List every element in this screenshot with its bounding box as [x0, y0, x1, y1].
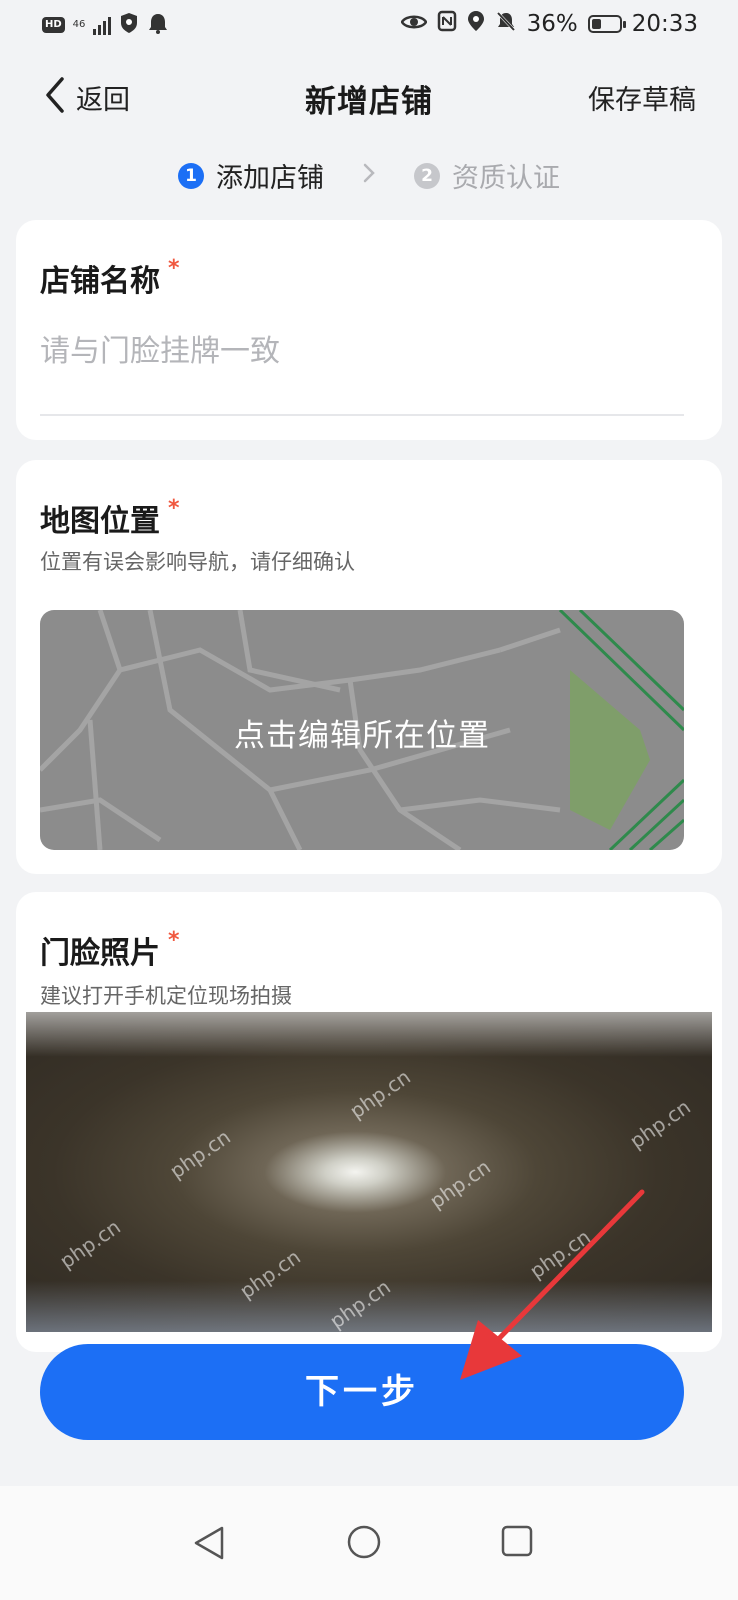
map-location-title: 地图位置 *	[40, 496, 180, 540]
hd-badge: HD	[42, 17, 65, 33]
nfc-icon	[437, 10, 457, 38]
system-nav-bar	[0, 1486, 738, 1600]
map-preview[interactable]: 点击编辑所在位置	[40, 610, 684, 850]
notification-icon	[147, 12, 169, 38]
storefront-photo-title: 门脸照片 *	[40, 928, 180, 972]
step-label: 资质认证	[452, 163, 560, 194]
field-label: 店铺名称	[40, 264, 160, 299]
location-icon	[467, 10, 485, 38]
watermark: php.cn	[625, 1094, 695, 1154]
required-mark: *	[168, 496, 180, 521]
storefront-photo-subtitle: 建议打开手机定位现场拍摄	[40, 984, 292, 1008]
input-underline	[40, 414, 684, 416]
battery-percent: 36%	[526, 11, 578, 37]
battery-icon	[587, 15, 626, 33]
store-name-input[interactable]	[40, 334, 684, 369]
status-bar: HD 46 36% 20:33	[0, 0, 738, 52]
field-label: 地图位置	[40, 504, 160, 539]
signal-icon	[93, 15, 112, 35]
watermark: php.cn	[345, 1064, 415, 1124]
store-name-title: 店铺名称 *	[40, 256, 180, 300]
watermark: php.cn	[235, 1244, 305, 1304]
step-number: 2	[414, 162, 440, 189]
step-label: 添加店铺	[216, 163, 324, 194]
shield-icon	[119, 12, 139, 38]
battery-fill	[591, 19, 601, 29]
step-qualification: 2 资质认证	[414, 156, 560, 195]
map-location-subtitle: 位置有误会影响导航，请仔细确认	[40, 550, 355, 574]
arrow-annotation-icon	[460, 1189, 645, 1380]
step-add-store: 1 添加店铺	[178, 156, 324, 195]
nav-recent-icon[interactable]	[500, 1524, 534, 1562]
map-location-card: 地图位置 * 位置有误会影响导航，请仔细确认 点击编辑所在位置	[16, 460, 722, 874]
store-name-card: 店铺名称 *	[16, 220, 722, 440]
clock: 20:33	[631, 11, 698, 37]
watermark: php.cn	[325, 1274, 395, 1332]
network-type: 46	[72, 19, 86, 30]
status-right: 36% 20:33	[400, 10, 698, 38]
required-mark: *	[168, 928, 180, 953]
eye-icon	[400, 11, 428, 37]
mute-icon	[495, 10, 517, 38]
watermark: php.cn	[165, 1124, 235, 1184]
watermark: php.cn	[55, 1214, 125, 1274]
save-draft-button[interactable]: 保存草稿	[588, 78, 696, 117]
step-number: 1	[178, 162, 204, 189]
status-left: HD 46	[42, 12, 169, 38]
required-mark: *	[168, 256, 180, 281]
nav-home-icon[interactable]	[346, 1524, 382, 1564]
field-label: 门脸照片	[40, 936, 160, 971]
chevron-right-icon	[362, 162, 376, 190]
top-bar: 返回 新增店铺 保存草稿	[0, 60, 738, 132]
nav-back-icon[interactable]	[192, 1524, 226, 1566]
map-edit-label: 点击编辑所在位置	[234, 718, 490, 754]
step-indicator: 1 添加店铺 2 资质认证	[0, 156, 738, 195]
